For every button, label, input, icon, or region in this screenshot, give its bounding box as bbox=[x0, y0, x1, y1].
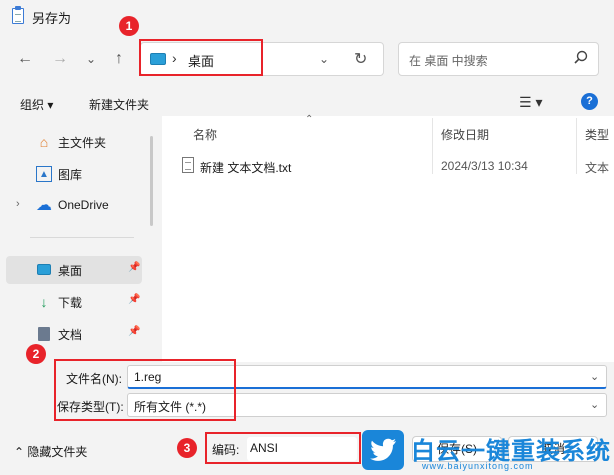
column-divider[interactable] bbox=[432, 118, 433, 174]
search-input[interactable]: 在 桌面 中搜索 bbox=[398, 42, 599, 76]
sort-caret-icon: ⌃ bbox=[305, 114, 314, 125]
column-divider[interactable] bbox=[576, 118, 577, 174]
annotation-badge-2: 2 bbox=[26, 344, 46, 364]
search-placeholder: 在 桌面 中搜索 bbox=[409, 54, 488, 68]
chevron-right-icon[interactable]: › bbox=[16, 198, 20, 210]
view-options-icon[interactable]: ☰ ▾ bbox=[519, 94, 542, 111]
sidebar-item-home[interactable]: ⌂ 主文件夹 bbox=[6, 128, 142, 156]
sidebar-item-label: OneDrive bbox=[58, 198, 109, 212]
text-file-icon bbox=[182, 157, 194, 173]
pin-icon[interactable]: 📌 bbox=[128, 262, 140, 273]
watermark-url: www.baiyunxitong.com bbox=[422, 461, 534, 471]
cloud-icon: ☁ bbox=[36, 197, 52, 214]
new-folder-button[interactable]: 新建文件夹 bbox=[89, 96, 149, 113]
column-header-type[interactable]: 类型 bbox=[585, 126, 609, 143]
organize-menu-button[interactable]: 组织 ▾ bbox=[20, 96, 53, 113]
home-icon: ⌂ bbox=[39, 134, 49, 150]
chevron-up-icon: ⌃ bbox=[14, 445, 28, 459]
sidebar-item-label: 桌面 bbox=[58, 264, 83, 278]
hide-folders-button[interactable]: ⌃ 隐藏文件夹 bbox=[14, 443, 87, 460]
pin-icon[interactable]: 📌 bbox=[128, 294, 140, 305]
title-bar: 另存为 bbox=[0, 0, 614, 34]
document-icon bbox=[36, 326, 52, 342]
annotation-badge-1: 1 bbox=[119, 16, 139, 36]
gallery-icon: ▲ bbox=[36, 166, 52, 182]
file-list[interactable] bbox=[162, 116, 614, 362]
forward-arrow-icon[interactable]: → bbox=[47, 46, 73, 72]
sidebar-item-gallery[interactable]: ▲ 图库 bbox=[6, 160, 142, 188]
sidebar-item-downloads[interactable]: ↓ 下载 📌 bbox=[6, 288, 142, 316]
sidebar-item-label: 下载 bbox=[58, 296, 83, 310]
help-icon[interactable]: ? bbox=[581, 93, 598, 110]
sidebar-divider bbox=[30, 237, 134, 238]
watermark: 白云一键重装系统 www.baiyunxitong.com bbox=[362, 430, 614, 475]
file-name-cell[interactable]: 新建 文本文档.txt bbox=[200, 159, 291, 176]
desktop-icon bbox=[36, 262, 52, 278]
column-header-date[interactable]: 修改日期 bbox=[441, 126, 489, 143]
chevron-down-icon[interactable]: ⌄ bbox=[590, 398, 599, 411]
sidebar-item-label: 文档 bbox=[58, 328, 83, 342]
sidebar-item-documents[interactable]: 文档 📌 bbox=[6, 320, 142, 348]
notepad-icon bbox=[12, 6, 24, 24]
annotation-box-address bbox=[139, 39, 263, 76]
refresh-icon[interactable]: ↻ bbox=[354, 49, 367, 69]
file-date-cell: 2024/3/13 10:34 bbox=[441, 159, 528, 173]
sidebar-item-onedrive[interactable]: › ☁ OneDrive bbox=[6, 192, 142, 220]
annotation-box-encoding bbox=[205, 432, 361, 464]
search-icon bbox=[574, 50, 588, 68]
annotation-box-filename bbox=[54, 359, 236, 421]
chevron-down-icon[interactable]: ⌄ bbox=[319, 52, 329, 66]
chevron-down-icon[interactable]: ⌄ bbox=[590, 370, 599, 383]
pin-icon[interactable]: 📌 bbox=[128, 326, 140, 337]
sidebar-item-label: 图库 bbox=[58, 168, 83, 182]
sidebar-item-desktop[interactable]: 桌面 📌 bbox=[6, 256, 142, 284]
recent-locations-chevron-icon[interactable]: ⌄ bbox=[78, 46, 104, 72]
window-title: 另存为 bbox=[32, 11, 72, 26]
back-arrow-icon[interactable]: ← bbox=[12, 46, 38, 72]
hide-folders-label: 隐藏文件夹 bbox=[27, 445, 88, 459]
download-icon: ↓ bbox=[40, 294, 48, 310]
up-arrow-icon[interactable]: ↑ bbox=[106, 46, 132, 72]
pane-scrollbar[interactable] bbox=[150, 136, 153, 226]
column-header-name[interactable]: 名称 bbox=[193, 126, 217, 143]
annotation-badge-3: 3 bbox=[177, 438, 197, 458]
file-type-cell: 文本 bbox=[585, 161, 610, 175]
sidebar-item-label: 主文件夹 bbox=[58, 136, 107, 150]
twitter-bird-icon bbox=[362, 430, 404, 470]
